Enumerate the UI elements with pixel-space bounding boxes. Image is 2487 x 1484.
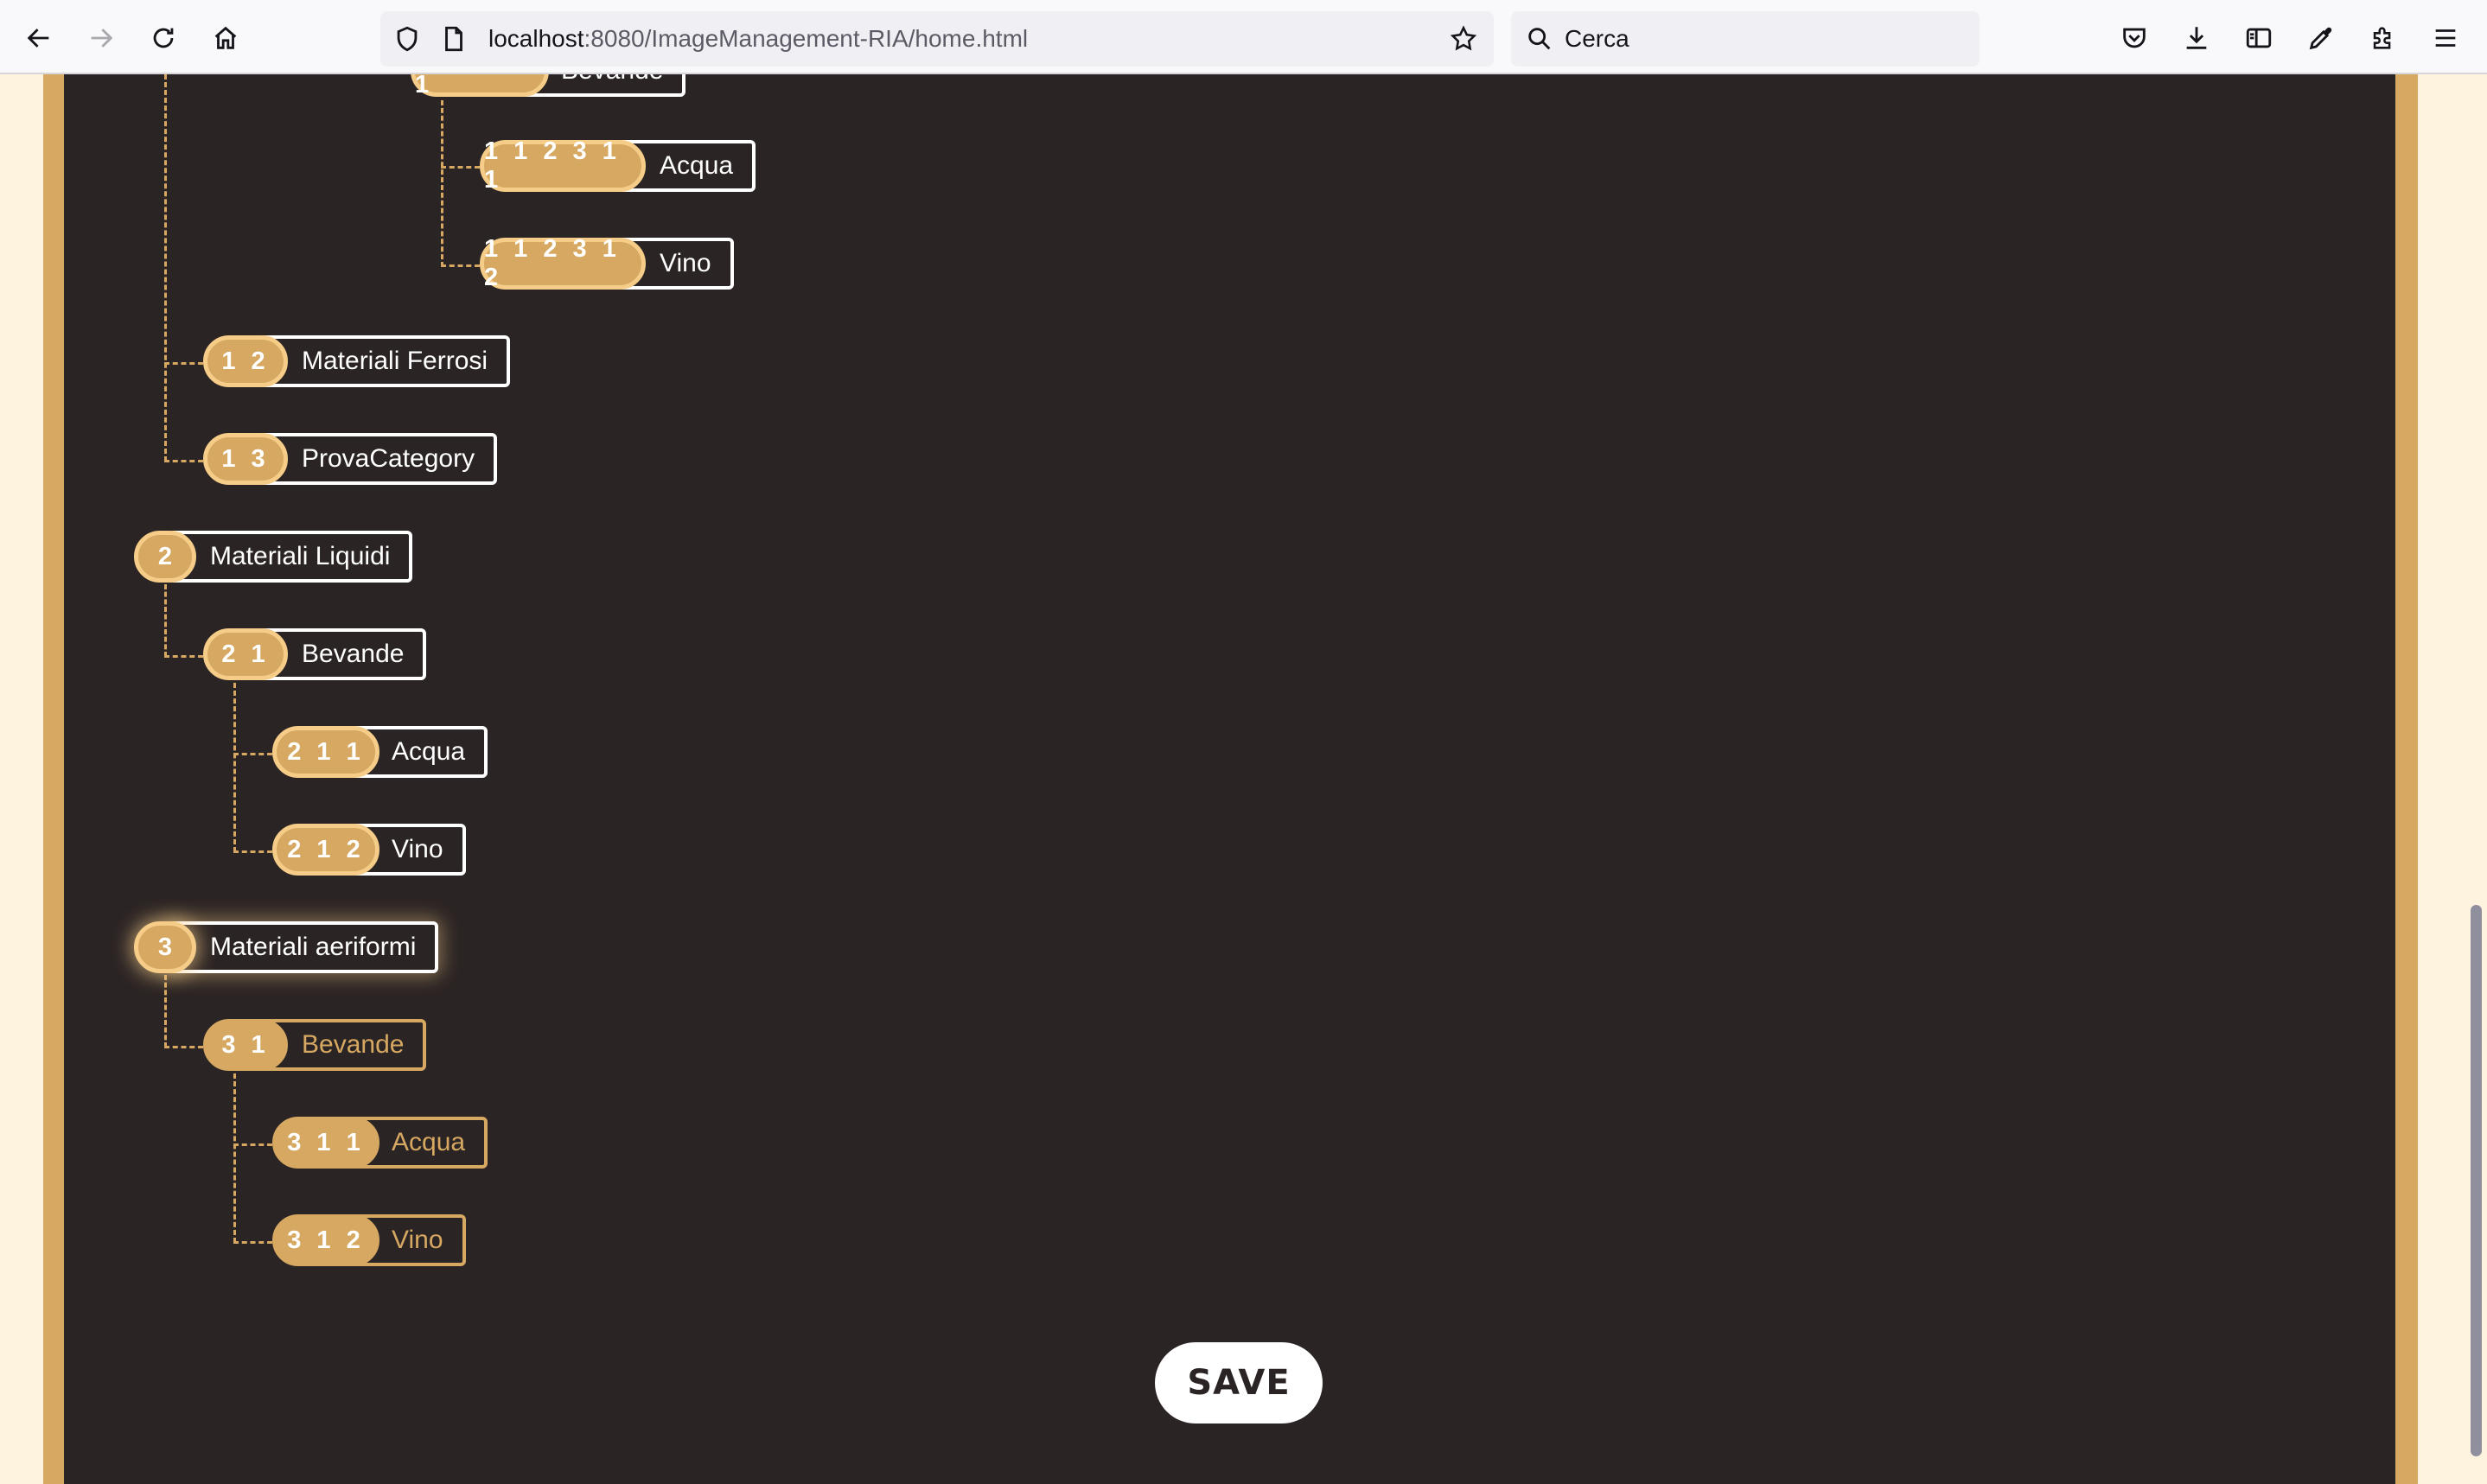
- back-button[interactable]: [19, 18, 59, 58]
- url-path: :8080/ImageManagement-RIA/home.html: [583, 25, 1029, 52]
- download-icon: [2186, 27, 2207, 49]
- node-code[interactable]: 2 1 1: [272, 726, 379, 778]
- node-code[interactable]: 1 1 2 3 1 2: [480, 235, 646, 291]
- node-code[interactable]: 1 2: [203, 335, 288, 387]
- eyedropper-button[interactable]: [2301, 18, 2341, 58]
- tree-connector: [164, 460, 203, 462]
- forward-arrow-icon: [91, 29, 113, 48]
- node-code[interactable]: 2: [134, 531, 196, 583]
- node-code[interactable]: 3 1: [203, 1019, 288, 1071]
- node-code[interactable]: 1 1 2 3 1 1: [480, 137, 646, 194]
- url-host: localhost: [488, 25, 584, 52]
- node-code[interactable]: 3: [134, 921, 196, 973]
- forward-button[interactable]: [81, 18, 121, 58]
- tree-connector: [233, 683, 236, 852]
- node-label: Materiali Ferrosi: [257, 335, 511, 387]
- sidebar-button[interactable]: [2239, 18, 2279, 58]
- hamburger-menu-icon: [2435, 29, 2456, 47]
- tree-connector: [164, 584, 167, 657]
- tree-connector: [164, 74, 167, 462]
- tree-connector: [441, 100, 443, 267]
- scrollbar-thumb[interactable]: [2471, 905, 2482, 1456]
- category-tree-panel: [64, 74, 2395, 1484]
- tree-connector: [233, 1073, 236, 1243]
- node-label: Materiali aeriformi: [169, 921, 439, 973]
- tree-connector: [164, 362, 203, 365]
- tree-connector: [164, 655, 203, 658]
- tree-connector: [233, 1143, 272, 1146]
- node-label: ProvaCategory: [257, 433, 498, 485]
- node-code[interactable]: 3 1 2: [272, 1214, 379, 1266]
- reload-icon: [153, 28, 174, 48]
- search-icon: [1528, 28, 1551, 50]
- downloads-button[interactable]: [2177, 18, 2216, 58]
- node-code[interactable]: 3 1 1: [272, 1117, 379, 1169]
- tree-connector: [233, 1241, 272, 1244]
- tree-connector: [233, 753, 272, 755]
- node-code[interactable]: 2 1 2: [272, 824, 379, 876]
- node-label: Materiali Liquidi: [169, 531, 413, 583]
- tree-connector: [164, 975, 167, 1048]
- tree-connector: [233, 850, 272, 853]
- pocket-button[interactable]: [2114, 18, 2154, 58]
- search-bar[interactable]: [1511, 11, 1980, 67]
- sidebar-icon: [2246, 28, 2272, 48]
- pocket-icon: [2123, 28, 2146, 48]
- save-button[interactable]: SAVE: [1155, 1342, 1323, 1423]
- home-icon: [214, 26, 237, 49]
- shield-icon[interactable]: [392, 24, 422, 54]
- node-code[interactable]: 2 1: [203, 628, 288, 680]
- node-code[interactable]: 1 3: [203, 433, 288, 485]
- home-button[interactable]: [206, 18, 246, 58]
- search-input[interactable]: [1565, 11, 1962, 67]
- back-arrow-icon: [27, 29, 49, 48]
- url-text[interactable]: localhost:8080/ImageManagement-RIA/home.…: [488, 11, 1028, 67]
- menu-button[interactable]: [2426, 18, 2465, 58]
- extensions-button[interactable]: [2363, 18, 2403, 58]
- address-bar[interactable]: localhost:8080/ImageManagement-RIA/home.…: [380, 11, 1494, 67]
- tree-connector: [441, 166, 480, 169]
- puzzle-icon: [2373, 27, 2391, 49]
- tree-connector: [164, 1046, 203, 1048]
- tree-connector: [441, 264, 480, 267]
- page-icon: [445, 26, 462, 52]
- bookmark-star-icon[interactable]: [1449, 24, 1478, 54]
- browser-toolbar: localhost:8080/ImageManagement-RIA/home.…: [0, 0, 2487, 74]
- reload-button[interactable]: [143, 18, 183, 58]
- eyedropper-icon: [2309, 27, 2332, 50]
